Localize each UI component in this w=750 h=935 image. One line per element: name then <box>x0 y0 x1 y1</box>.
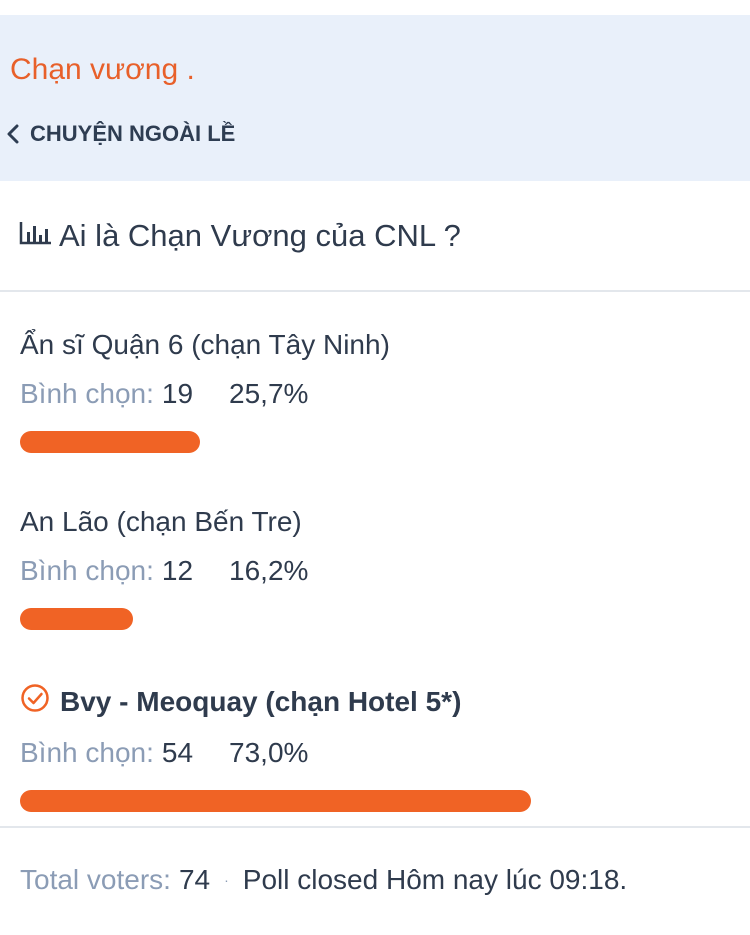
bar-chart-icon <box>19 220 53 251</box>
vote-line: Bình chọn: 12 16,2% <box>20 555 720 587</box>
votes-percent: 25,7% <box>229 378 309 409</box>
vote-bar-fill <box>20 790 531 812</box>
poll-footer: Total voters: 74 · Poll closed Hôm nay l… <box>20 864 627 896</box>
poll-option-1: Ẩn sĩ Quận 6 (chạn Tây Ninh) Bình chọn: … <box>20 329 720 453</box>
votes-count: 54 <box>161 737 194 768</box>
votes-label: Bình chọn: <box>20 737 154 768</box>
top-strip <box>0 0 750 15</box>
vote-line: Bình chọn: 19 25,7% <box>20 378 720 410</box>
poll-title: Ai là Chạn Vương của CNL ? <box>59 217 461 253</box>
vote-bar-fill <box>20 608 134 630</box>
votes-count: 19 <box>161 378 194 409</box>
option-label: Ẩn sĩ Quận 6 (chạn Tây Ninh) <box>20 329 390 360</box>
votes-percent: 73,0% <box>229 737 309 768</box>
separator-dot: · <box>224 872 229 888</box>
votes-label: Bình chọn: <box>20 378 154 409</box>
votes-label: Bình chọn: <box>20 555 154 586</box>
poll-option-3: Bvy - Meoquay (chạn Hotel 5*) Bình chọn:… <box>20 683 720 812</box>
poll-status: Poll closed Hôm nay lúc 09:18. <box>242 864 628 895</box>
poll-title-row: Ai là Chạn Vương của CNL ? <box>0 181 750 292</box>
vote-bar <box>20 790 720 812</box>
vote-bar-fill <box>20 431 200 453</box>
votes-percent: 16,2% <box>229 555 309 586</box>
vote-line: Bình chọn: 54 73,0% <box>20 737 720 769</box>
poll-option-2: An Lão (chạn Bến Tre) Bình chọn: 12 16,2… <box>20 506 720 630</box>
breadcrumb[interactable]: CHUYỆN NGOÀI LỀ <box>6 121 235 147</box>
option-label: An Lão (chạn Bến Tre) <box>20 506 302 537</box>
divider <box>0 826 750 828</box>
option-label-chosen: Bvy - Meoquay (chạn Hotel 5*) <box>20 683 720 720</box>
breadcrumb-label[interactable]: CHUYỆN NGOÀI LỀ <box>30 121 235 147</box>
check-circle-icon <box>20 683 50 720</box>
total-voters-label: Total voters: <box>20 864 171 895</box>
votes-count: 12 <box>161 555 194 586</box>
vote-bar <box>20 608 720 630</box>
vote-bar <box>20 431 720 453</box>
thread-title: Chạn vương . <box>10 53 195 86</box>
total-voters-count: 74 <box>178 864 211 895</box>
thread-header: Chạn vương . CHUYỆN NGOÀI LỀ <box>0 15 750 181</box>
chevron-left-icon[interactable] <box>6 124 20 144</box>
option-label: Bvy - Meoquay (chạn Hotel 5*) <box>60 685 462 717</box>
